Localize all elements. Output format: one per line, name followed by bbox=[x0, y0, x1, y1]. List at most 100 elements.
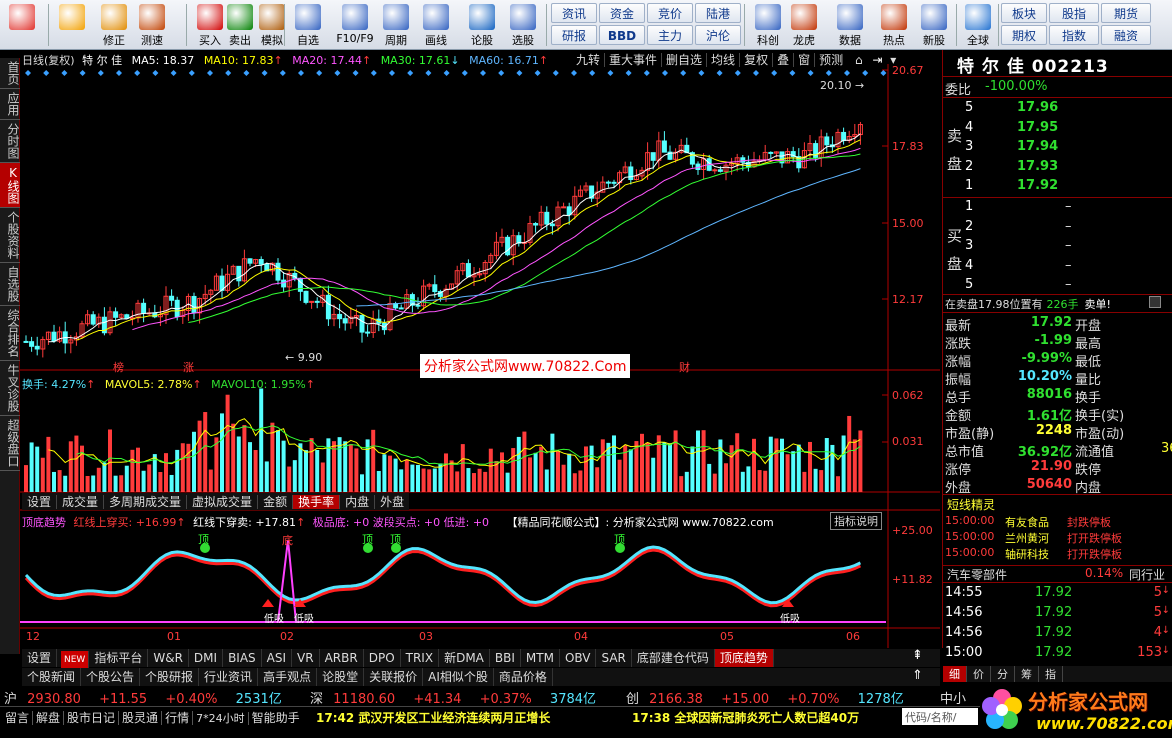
period-button[interactable]: 周期 bbox=[378, 2, 414, 48]
jingjia-button[interactable]: 竞价 bbox=[647, 3, 693, 23]
btn-message[interactable]: 留言 bbox=[2, 711, 34, 725]
news-tab-experts[interactable]: 高手观点 bbox=[258, 668, 318, 686]
news-tab-industry[interactable]: 行业资讯 bbox=[199, 668, 259, 686]
sprite-stock[interactable]: 有友食品 bbox=[1005, 514, 1049, 530]
sprite-stock[interactable]: 兰州黄河 bbox=[1005, 530, 1049, 546]
buy-price-5[interactable]: – bbox=[1065, 277, 1072, 292]
data-button[interactable]: 数据 bbox=[832, 2, 868, 48]
vol-tab-inner[interactable]: 内盘 bbox=[340, 495, 376, 509]
lugang-button[interactable]: 陆港 bbox=[695, 3, 741, 23]
tick-tab[interactable]: 指 bbox=[1039, 666, 1063, 682]
repair-button[interactable]: 修正 bbox=[96, 2, 132, 48]
ind-tab-arbr[interactable]: ARBR bbox=[320, 649, 364, 667]
back-arrow-button[interactable] bbox=[54, 2, 90, 48]
hot-button[interactable]: 热点 bbox=[876, 2, 912, 48]
dragon-button[interactable]: 龙虎 bbox=[786, 2, 822, 48]
sell-price-2[interactable]: 17.95 bbox=[1017, 120, 1058, 135]
discuss-button[interactable]: 论股 bbox=[464, 2, 500, 48]
vol-tab-turnover[interactable]: 换手率 bbox=[293, 495, 341, 509]
news-tab-commodity[interactable]: 商品价格 bbox=[494, 668, 553, 686]
buy-price-4[interactable]: – bbox=[1065, 258, 1072, 273]
index-cyb[interactable]: 创 2166.38 +15.00 +0.70% 1278亿 bbox=[626, 688, 904, 707]
tab-timeline[interactable]: 分时图 bbox=[0, 120, 20, 163]
f10-button[interactable]: F10/F9 bbox=[333, 2, 377, 48]
ind-tab-top-bottom-trend[interactable]: 顶底趋势 bbox=[714, 649, 774, 667]
zijin-button[interactable]: 资金 bbox=[599, 3, 645, 23]
ind-tab-mtm[interactable]: MTM bbox=[521, 649, 560, 667]
sell-price-5[interactable]: 17.92 bbox=[1017, 178, 1058, 193]
news-ticker-2[interactable]: 17:38 全球因新冠肺炎死亡人数已超40万 bbox=[632, 709, 859, 726]
sprite-stock[interactable]: 轴研科技 bbox=[1005, 546, 1049, 562]
ind-tab-obv[interactable]: OBV bbox=[560, 649, 597, 667]
sector-tag[interactable]: 同行业 bbox=[1129, 566, 1165, 583]
news-tab-stock-news[interactable]: 个股新闻 bbox=[22, 668, 82, 686]
vol-tab-outer[interactable]: 外盘 bbox=[375, 495, 409, 509]
guzhi-button[interactable]: 股指 bbox=[1049, 3, 1099, 23]
tick-tab[interactable]: 价 bbox=[967, 666, 991, 682]
index-sh[interactable]: 沪 2930.80 +11.55 +0.40% 2531亿 bbox=[4, 688, 282, 707]
ind-tab-dmi[interactable]: DMI bbox=[189, 649, 224, 667]
indicator-explain-button[interactable]: 指标说明 bbox=[830, 512, 882, 530]
btn-724[interactable]: 7*24小时 bbox=[193, 712, 249, 725]
sell-price-3[interactable]: 17.94 bbox=[1017, 139, 1058, 154]
tick-tab[interactable]: 分 bbox=[991, 666, 1015, 682]
ind-tab-asi[interactable]: ASI bbox=[262, 649, 293, 667]
bbd-button[interactable]: BBD bbox=[599, 25, 645, 45]
vol-tab-amount[interactable]: 金额 bbox=[258, 495, 294, 509]
index-sz[interactable]: 深 11180.60 +41.34 +0.37% 3784亿 bbox=[310, 688, 596, 707]
sell-button[interactable]: 卖出 bbox=[222, 2, 258, 48]
tab-diagnose[interactable]: 牛叉诊股 bbox=[0, 361, 20, 416]
btn-gulingtong[interactable]: 股灵通 bbox=[119, 711, 163, 725]
vol-tab-virtual[interactable]: 虚拟成交量 bbox=[187, 495, 259, 509]
index-zx[interactable]: 中小 bbox=[940, 688, 966, 707]
clock-button[interactable]: 测速 bbox=[134, 2, 170, 48]
qiquan-button[interactable]: 期权 bbox=[1001, 25, 1047, 45]
zaimai-close-icon[interactable] bbox=[1149, 296, 1161, 308]
vol-tab-settings[interactable]: 设置 bbox=[22, 495, 58, 509]
buy-price-3[interactable]: – bbox=[1065, 238, 1072, 253]
news-ticker-1[interactable]: 17:42 武汉开发区工业经济连续两月正增长 bbox=[316, 709, 550, 726]
tab-apps[interactable]: 应用 bbox=[0, 89, 20, 120]
ind-tab-platform[interactable]: 指标平台 bbox=[89, 649, 149, 667]
sci-button[interactable]: 科创 bbox=[750, 2, 786, 48]
star-button[interactable]: 自选 bbox=[290, 2, 326, 48]
ind-tab-settings[interactable]: 设置 bbox=[22, 649, 58, 667]
btn-analysis[interactable]: 解盘 bbox=[33, 711, 65, 725]
btn-assistant[interactable]: 智能助手 bbox=[249, 711, 303, 725]
kline-chart-area[interactable]: 日线(复权) 特 尔 佳 MA5: 18.37 MA10: 17.83↑ MA2… bbox=[20, 50, 940, 648]
buy-price-2[interactable]: – bbox=[1065, 219, 1072, 234]
news-tab-research[interactable]: 个股研报 bbox=[140, 668, 200, 686]
pen-button[interactable]: 画线 bbox=[418, 2, 454, 48]
tab-super-board[interactable]: 超级盘口 bbox=[0, 416, 20, 471]
qihuo-button[interactable]: 期货 bbox=[1101, 3, 1151, 23]
tick-tab[interactable]: 细 bbox=[943, 666, 967, 682]
sell-price-1[interactable]: 17.96 bbox=[1017, 100, 1058, 115]
ind-tab-dpo[interactable]: DPO bbox=[364, 649, 401, 667]
scroll-up-icon[interactable]: ⇞ bbox=[912, 648, 923, 663]
ind-tab-wr[interactable]: W&R bbox=[148, 649, 189, 667]
zhuli-button[interactable]: 主力 bbox=[647, 25, 693, 45]
expand-up-icon[interactable]: ⇑ bbox=[912, 668, 923, 683]
news-tab-ai-similar[interactable]: AI相似个股 bbox=[423, 668, 494, 686]
buy-price-1[interactable]: – bbox=[1065, 199, 1072, 214]
ind-tab-bbi[interactable]: BBI bbox=[490, 649, 521, 667]
sector-name[interactable]: 汽车零部件 bbox=[947, 566, 1007, 583]
tab-stock-info[interactable]: 个股资料 bbox=[0, 208, 20, 263]
globe-button[interactable]: 全球 bbox=[960, 2, 996, 48]
rongzi-button[interactable]: 融资 bbox=[1101, 25, 1151, 45]
sell-price-4[interactable]: 17.93 bbox=[1017, 159, 1058, 174]
vol-tab-volume[interactable]: 成交量 bbox=[57, 495, 105, 509]
ind-tab-sar[interactable]: SAR bbox=[596, 649, 632, 667]
news-tab-forum[interactable]: 论股堂 bbox=[317, 668, 365, 686]
btn-market[interactable]: 行情 bbox=[162, 711, 194, 725]
tick-tab[interactable]: 筹 bbox=[1015, 666, 1039, 682]
ind-tab-bottom-build[interactable]: 底部建仓代码 bbox=[632, 649, 715, 667]
ind-tab-bias[interactable]: BIAS bbox=[223, 649, 262, 667]
bankuai-button[interactable]: 板块 bbox=[1001, 3, 1047, 23]
zhishu-button[interactable]: 指数 bbox=[1049, 25, 1099, 45]
ind-tab-newdma[interactable]: 新DMA bbox=[439, 649, 490, 667]
tab-ranking[interactable]: 综合排名 bbox=[0, 306, 20, 361]
news-tab-related[interactable]: 关联报价 bbox=[364, 668, 424, 686]
yanbao-button[interactable]: 研报 bbox=[551, 25, 597, 45]
hulun-button[interactable]: 沪伦 bbox=[695, 25, 741, 45]
